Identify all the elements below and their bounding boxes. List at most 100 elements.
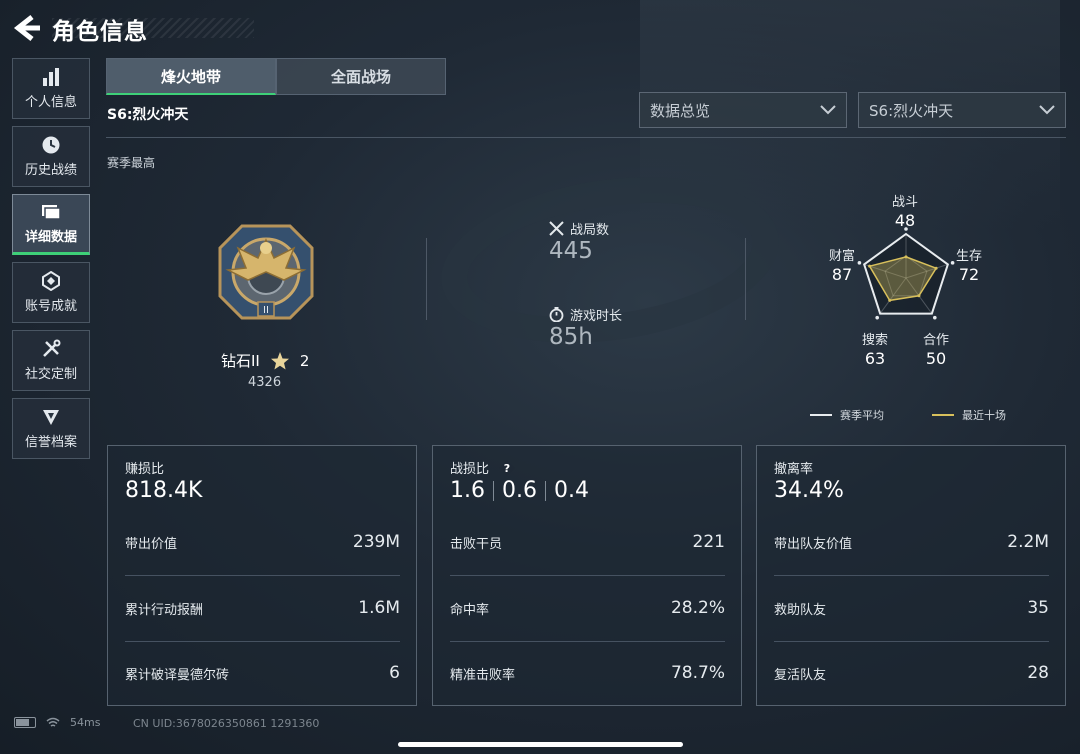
stat-row-value: 1.6M: [358, 598, 400, 618]
stopwatch-icon: [549, 307, 564, 322]
tab-full-battlefield[interactable]: 全面战场: [276, 58, 446, 95]
shield-icon: [43, 410, 59, 425]
sidebar-item-history[interactable]: 历史战绩: [12, 126, 90, 187]
divider: [545, 480, 546, 501]
matches-stat-label: 战局数: [549, 219, 609, 238]
stat-row: 带出价值 239M: [125, 509, 400, 575]
sidebar-item-label: 历史战绩: [24, 163, 77, 178]
stat-row-label: 累计破译曼德尔砖: [125, 667, 230, 683]
playtime-label: 游戏时长: [570, 309, 623, 324]
sidebar-item-personal-info[interactable]: 个人信息: [12, 58, 90, 119]
divider: [493, 480, 494, 501]
sidebar-item-social[interactable]: 社交定制: [12, 330, 90, 391]
matches-label: 战局数: [570, 223, 610, 238]
stat-row: 复活队友 28: [774, 640, 1049, 706]
radar-label-search: 搜索: [861, 333, 888, 348]
stat-row-value: 78.7%: [670, 663, 725, 683]
status-bar: 54ms: [14, 716, 100, 729]
radar-axis-dot: [933, 315, 937, 320]
wifi-icon: [46, 717, 60, 727]
sidebar-item-label: 社交定制: [24, 367, 77, 382]
season-select-value: S6:烈火冲天: [869, 101, 954, 120]
help-icon-glyph: ?: [504, 462, 510, 475]
radar-value-teamwork: 50: [925, 349, 947, 368]
stat-row-label: 击败干员: [450, 536, 503, 552]
sidebar-item-detailed-data[interactable]: 详细数据: [12, 194, 90, 255]
sidebar-item-achievements[interactable]: 账号成就: [12, 262, 90, 323]
card-title: 撤离率: [774, 462, 814, 477]
legend-season-avg: 赛季平均: [810, 407, 884, 423]
star-icon: [270, 351, 289, 369]
achievement-icon: [42, 271, 60, 291]
divider: [745, 238, 746, 320]
clock-icon: [42, 136, 60, 154]
card-title: 战损比 ?: [450, 458, 516, 477]
tab-hazard-zone[interactable]: 烽火地带: [106, 58, 276, 95]
divider: [106, 137, 1066, 138]
extract-rate-value: 34.4%: [774, 478, 844, 503]
ping-value: 54ms: [70, 716, 101, 729]
kd-value: 1.6: [450, 478, 485, 503]
radar-value-combat: 48: [894, 211, 916, 230]
battery-icon: [14, 717, 36, 728]
sidebar-item-label: 信誉档案: [24, 435, 77, 450]
rank-badge-icon: II: [218, 224, 314, 320]
mode-tabs: 烽火地带 全面战场: [106, 58, 446, 95]
back-arrow-icon[interactable]: [12, 14, 42, 42]
matches-value: 445: [549, 238, 593, 264]
chevron-down-icon: [1039, 105, 1055, 115]
bar-chart-icon: [43, 68, 59, 86]
stat-row: 救助队友 35: [774, 575, 1049, 641]
stat-row: 累计破译曼德尔砖 6: [125, 640, 400, 706]
legend-swatch: [810, 414, 832, 416]
stat-row-label: 复活队友: [774, 667, 827, 683]
card-title: 赚损比: [125, 462, 165, 477]
radar-value-search: 63: [864, 349, 886, 368]
radar-label-survival: 生存: [955, 249, 982, 264]
radar-axis-dot: [875, 315, 879, 320]
background-ring: [430, 157, 790, 363]
stat-row-value: 35: [1027, 598, 1049, 618]
stat-row: 命中率 28.2%: [450, 575, 725, 641]
profit-ratio-value: 818.4K: [125, 478, 203, 503]
radar-point: [888, 298, 892, 302]
radar-point: [917, 294, 921, 298]
home-indicator[interactable]: [398, 742, 683, 747]
view-select[interactable]: 数据总览: [639, 92, 847, 128]
view-select-value: 数据总览: [650, 101, 711, 120]
chevron-down-icon: [820, 105, 836, 115]
legend-label: 赛季平均: [840, 409, 884, 422]
kd-value: 0.4: [554, 478, 589, 503]
legend-label: 最近十场: [962, 409, 1006, 422]
sidebar-item-label: 账号成就: [24, 299, 77, 314]
extract-card: 撤离率 34.4% 带出队友价值 2.2M 救助队友 35 复活队友 28: [756, 445, 1066, 706]
radar-label-wealth: 财富: [828, 249, 855, 264]
stat-row-label: 精准击败率: [450, 667, 516, 683]
stat-row-value: 6: [389, 663, 400, 683]
stat-row: 带出队友价值 2.2M: [774, 509, 1049, 575]
rank-stars: 2: [299, 351, 310, 370]
season-label: S6:烈火冲天: [107, 107, 189, 123]
radar-label-teamwork: 合作: [922, 333, 949, 348]
stat-row-label: 命中率: [450, 602, 490, 618]
season-select[interactable]: S6:烈火冲天: [858, 92, 1066, 128]
playtime-value: 85h: [549, 324, 593, 350]
legend-swatch: [932, 414, 954, 416]
page-title: 角色信息: [52, 19, 148, 45]
sidebar-item-reputation[interactable]: 信誉档案: [12, 398, 90, 459]
stat-row: 累计行动报酬 1.6M: [125, 575, 400, 641]
rank-name: 钻石II: [221, 352, 260, 370]
stat-row-value: 221: [692, 532, 725, 552]
help-icon[interactable]: ?: [499, 459, 516, 476]
stat-row-value: 239M: [352, 532, 400, 552]
stat-row-label: 带出队友价值: [774, 536, 853, 552]
sidebar-item-label: 详细数据: [24, 230, 77, 245]
radar-point: [868, 264, 872, 268]
rank-info: 钻石II 2: [221, 350, 309, 371]
sidebar-item-label: 个人信息: [24, 95, 77, 110]
sidebar: 个人信息 历史战绩 详细数据 账号成就 社交定制 信誉档案: [12, 58, 90, 466]
radar-point: [934, 266, 938, 270]
svg-text:II: II: [263, 305, 269, 316]
combat-card: 战损比 ? 1.6 0.6 0.4 击败干员 221 命中率 28.2% 精准击…: [432, 445, 742, 706]
radar-value-wealth: 87: [831, 265, 853, 284]
